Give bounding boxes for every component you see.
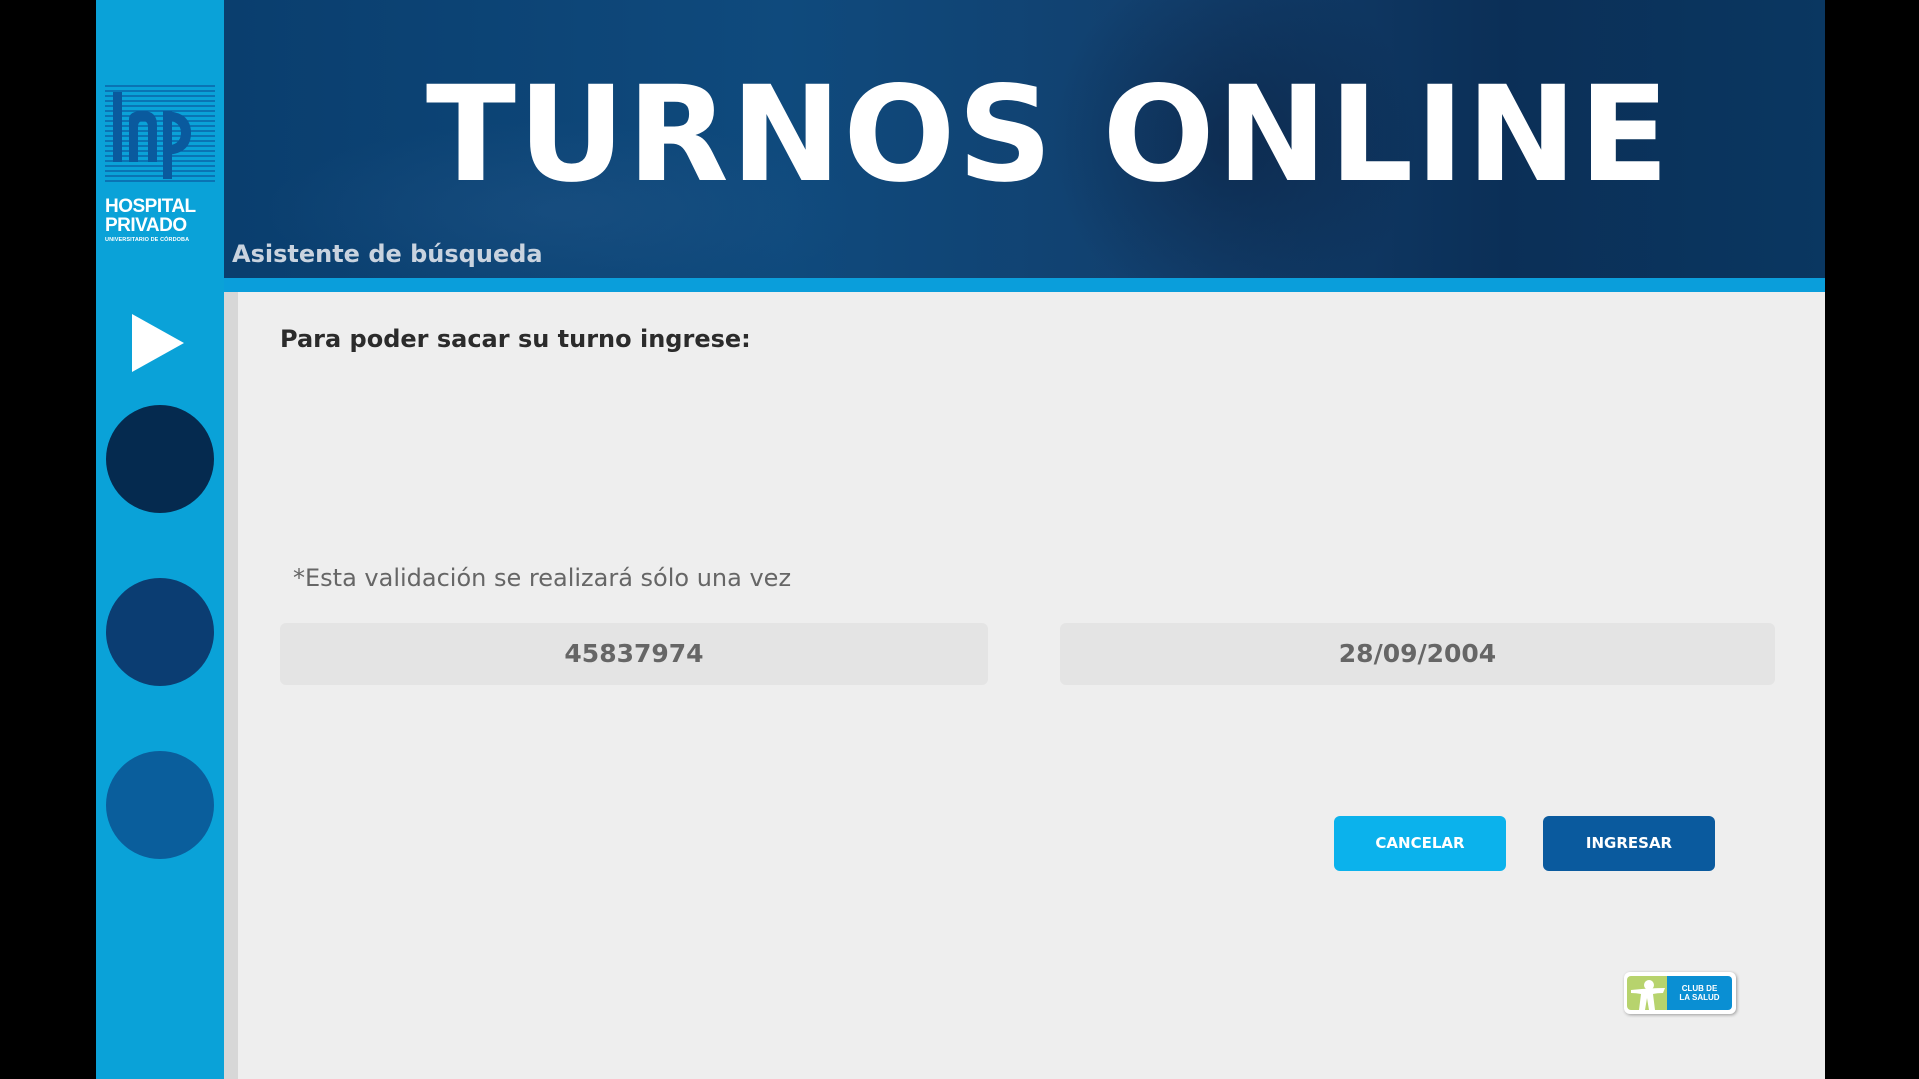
sidebar: HOSPITAL PRIVADO UNIVERSITARIO DE CÓRDOB… [96, 0, 224, 1079]
content-divider [224, 292, 238, 1079]
logo-text-sub: UNIVERSITARIO DE CÓRDOBA [105, 237, 190, 243]
person-icon [1631, 980, 1665, 1010]
birthdate-field[interactable] [1060, 623, 1775, 685]
club-logo-icon [1627, 976, 1667, 1010]
logo-text-hospital: HOSPITAL [105, 196, 196, 217]
hospital-logo: HOSPITAL PRIVADO UNIVERSITARIO DE CÓRDOB… [105, 84, 217, 244]
club-label-line1: CLUB DE [1681, 984, 1718, 993]
play-icon[interactable] [132, 314, 184, 372]
hp-logo-icon [105, 85, 215, 182]
header-accent-bar [224, 278, 1825, 292]
club-label-line2: LA SALUD [1679, 993, 1720, 1002]
dni-field[interactable] [280, 623, 988, 685]
form-instruction: Para poder sacar su turno ingrese: [280, 325, 751, 353]
logo-text-privado: PRIVADO [105, 215, 187, 236]
page-subtitle: Asistente de búsqueda [232, 240, 543, 268]
enter-button[interactable]: INGRESAR [1543, 816, 1715, 871]
club-de-la-salud-badge[interactable]: CLUB DE LA SALUD [1624, 972, 1736, 1014]
step-2-circle[interactable] [106, 578, 214, 686]
page-title: TURNOS ONLINE [425, 58, 1672, 212]
validation-note: *Esta validación se realizará sólo una v… [293, 564, 792, 592]
step-3-circle[interactable] [106, 751, 214, 859]
app-window: HOSPITAL PRIVADO UNIVERSITARIO DE CÓRDOB… [96, 0, 1825, 1079]
cancel-button[interactable]: CANCELAR [1334, 816, 1506, 871]
header-banner: TURNOS ONLINE Asistente de búsqueda [224, 0, 1825, 278]
club-label: CLUB DE LA SALUD [1667, 976, 1732, 1010]
step-1-circle[interactable] [106, 405, 214, 513]
